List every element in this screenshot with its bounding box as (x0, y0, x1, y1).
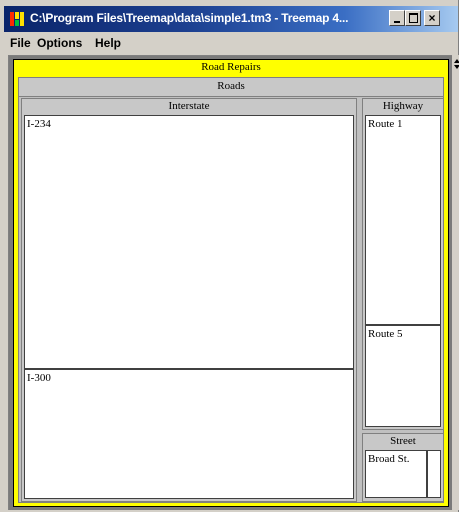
menu-options[interactable]: Options (37, 36, 82, 50)
menu-help[interactable]: Help (95, 36, 121, 50)
leaf-label: Route 5 (368, 328, 403, 340)
treemap-leaf-route-5[interactable]: Route 5 (365, 325, 441, 427)
treemap-view: Road Repairs Roads Interstate I-234 I-30… (8, 55, 452, 510)
menu-file[interactable]: File (10, 36, 31, 50)
treemap-app-icon[interactable] (10, 12, 24, 26)
highway-header: Highway (363, 99, 443, 115)
treemap-node-street[interactable]: Street Broad St. (362, 433, 444, 502)
roads-header: Roads (19, 78, 443, 97)
window-title: C:\Program Files\Treemap\data\simple1.tm… (30, 11, 349, 25)
street-header: Street (363, 434, 443, 450)
interstate-header: Interstate (22, 99, 356, 115)
treemap-root-label[interactable]: Road Repairs (13, 59, 449, 76)
treemap-leaf-i-234[interactable]: I-234 (24, 115, 354, 369)
app-window: C:\Program Files\Treemap\data\simple1.tm… (0, 0, 459, 512)
leaf-label: I-300 (27, 372, 51, 384)
leaf-label: Route 1 (368, 118, 403, 130)
collapse-down-icon[interactable] (454, 65, 459, 69)
close-button[interactable]: × (424, 10, 440, 26)
treemap-node-roads[interactable]: Roads Interstate I-234 I-300 Highway Rou… (18, 77, 444, 503)
treemap-leaf-route-1[interactable]: Route 1 (365, 115, 441, 325)
minimize-button[interactable] (389, 10, 405, 26)
title-bar[interactable]: C:\Program Files\Treemap\data\simple1.tm… (4, 6, 458, 32)
treemap-root-node[interactable]: Roads Interstate I-234 I-300 Highway Rou… (13, 75, 449, 507)
treemap-node-interstate[interactable]: Interstate I-234 I-300 (21, 98, 357, 502)
maximize-button[interactable] (405, 10, 421, 26)
collapse-up-icon[interactable] (454, 59, 459, 63)
leaf-label: I-234 (27, 118, 51, 130)
treemap-leaf-i-300[interactable]: I-300 (24, 369, 354, 499)
treemap-leaf-small[interactable] (427, 450, 441, 498)
menu-bar: File Options Help (4, 33, 454, 53)
splitter-handle[interactable] (453, 55, 459, 510)
treemap-node-highway[interactable]: Highway Route 1 Route 5 (362, 98, 444, 430)
close-icon: × (428, 11, 436, 25)
treemap-leaf-broad-st[interactable]: Broad St. (365, 450, 427, 498)
leaf-label: Broad St. (368, 453, 410, 465)
